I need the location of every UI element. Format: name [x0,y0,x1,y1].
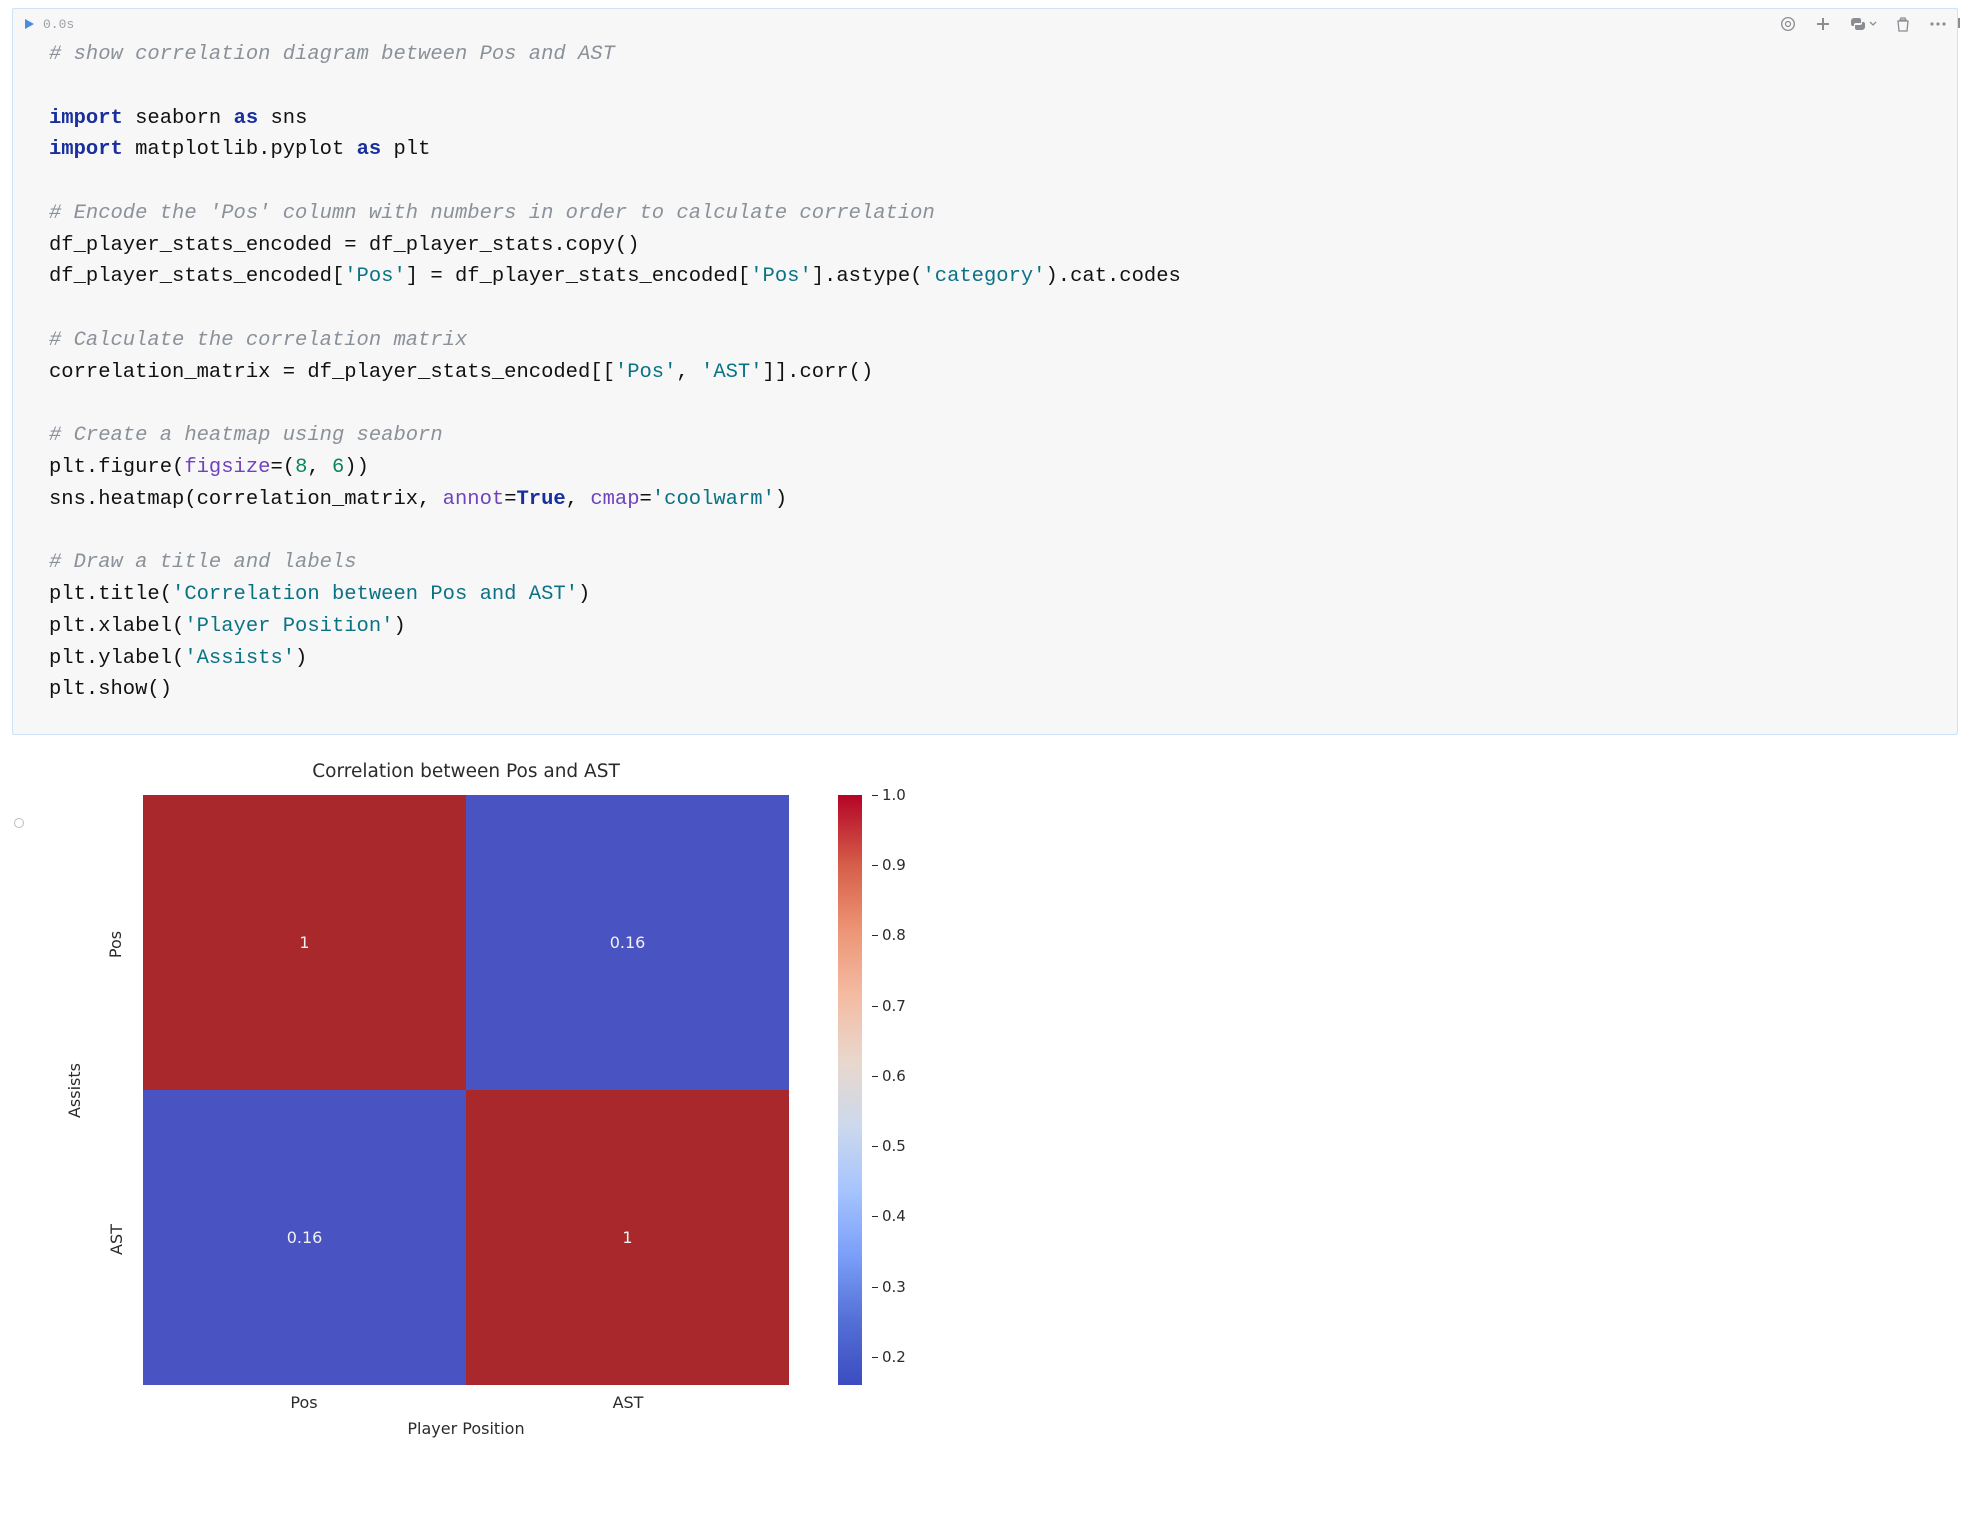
code-frag: ) [393,615,405,638]
kwarg: figsize [184,456,270,479]
y-axis-label-text: Assists [65,1063,84,1118]
string: 'Pos' [750,265,812,288]
heatmap-grid: 1 0.16 0.16 1 [143,795,789,1385]
colorbar-tick: 0.4 [872,1207,906,1225]
heatmap-cell-1-1: 1 [466,1090,789,1385]
code-frag: , [676,361,701,384]
code-line: # Draw a title and labels [49,551,357,574]
heatmap-cell-0-1: 0.16 [466,795,789,1090]
code-frag: )) [344,456,369,479]
code-frag: ]].corr() [763,361,874,384]
module-name: matplotlib.pyplot [135,138,344,161]
run-by-line-icon[interactable] [1779,15,1797,33]
code-frag: plt.ylabel( [49,647,184,670]
string: 'coolwarm' [652,488,775,511]
alias: sns [270,107,307,130]
string: 'Assists' [184,647,295,670]
run-cell-icon[interactable] [23,18,35,30]
cell-toolbar-actions [1779,15,1947,33]
code-frag: correlation_matrix = df_player_stats_enc… [49,361,615,384]
string: 'AST' [701,361,763,384]
colorbar-tick: 0.9 [872,856,906,874]
code-editor[interactable]: # show correlation diagram between Pos a… [49,39,1941,706]
code-frag: ).cat.codes [1046,265,1181,288]
more-actions-icon[interactable] [1929,21,1947,27]
code-line: # Create a heatmap using seaborn [49,424,443,447]
python-kernel-icon[interactable] [1849,15,1877,33]
string: 'Player Position' [184,615,393,638]
code-frag: plt.xlabel( [49,615,184,638]
module-name: seaborn [135,107,221,130]
heatmap-cell-1-0: 0.16 [143,1090,466,1385]
alias: plt [394,138,431,161]
string: 'Pos' [344,265,406,288]
cell-toolbar: 0.0s [13,9,1957,33]
heatmap-chart: Correlation between Pos and AST 1 0.16 0… [48,755,918,1445]
string: 'Correlation between Pos and AST' [172,583,578,606]
code-line: plt.show() [49,678,172,701]
colorbar-tick: 0.3 [872,1278,906,1296]
x-axis-label: Player Position [143,1419,789,1438]
kw-as: as [357,138,382,161]
colorbar-tick: 0.2 [872,1348,906,1366]
code-frag: , [566,488,591,511]
y-axis-label: Assists [64,795,84,1385]
code-frag: = [640,488,652,511]
chart-title: Correlation between Pos and AST [143,761,789,782]
code-line: # Calculate the correlation matrix [49,329,467,352]
string: 'category' [922,265,1045,288]
exec-time-label: 0.0s [43,17,74,32]
code-frag: plt.figure( [49,456,184,479]
code-cell: 0.0s # [12,8,1958,1445]
code-frag: = [504,488,516,511]
delete-cell-icon[interactable] [1895,16,1911,32]
cell-output-area: Correlation between Pos and AST 1 0.16 0… [12,735,1958,1445]
code-frag: ) [578,583,590,606]
x-tick-0: Pos [254,1393,354,1412]
y-tick-1: AST [94,1230,138,1249]
heatmap-cell-0-0: 1 [143,795,466,1090]
kw-import: import [49,107,123,130]
x-tick-1: AST [578,1393,678,1412]
colorbar-tick: 0.8 [872,926,906,944]
code-frag: ] = df_player_stats_encoded[ [406,265,750,288]
number: 8 [295,456,307,479]
code-frag: ) [295,647,307,670]
y-tick-label: Pos [106,931,125,958]
code-frag: ) [775,488,787,511]
code-frag: plt.title( [49,583,172,606]
kw-import: import [49,138,123,161]
colorbar [838,795,862,1385]
kwarg: cmap [590,488,639,511]
colorbar-tick: 0.6 [872,1067,906,1085]
add-cell-icon[interactable] [1815,16,1831,32]
code-line: df_player_stats_encoded = df_player_stat… [49,234,640,257]
code-frag: ].astype( [812,265,923,288]
code-frag: =( [270,456,295,479]
number: 6 [332,456,344,479]
code-frag: , [307,456,332,479]
kwarg: annot [443,488,505,511]
colorbar-tick: 0.5 [872,1137,906,1155]
y-tick-0: Pos [94,935,138,954]
bool: True [517,488,566,511]
cell-collapse-handle-output[interactable] [12,818,26,828]
code-line: # show correlation diagram between Pos a… [49,43,615,66]
y-tick-label: AST [107,1224,126,1255]
kw-as: as [234,107,259,130]
cell-input-area[interactable]: 0.0s # [12,8,1958,735]
code-frag: sns.heatmap(correlation_matrix, [49,488,443,511]
code-line: # Encode the 'Pos' column with numbers i… [49,202,935,225]
colorbar-tick: 0.7 [872,997,906,1015]
string: 'Pos' [615,361,677,384]
code-frag: df_player_stats_encoded[ [49,265,344,288]
colorbar-tick: 1.0 [872,786,906,804]
